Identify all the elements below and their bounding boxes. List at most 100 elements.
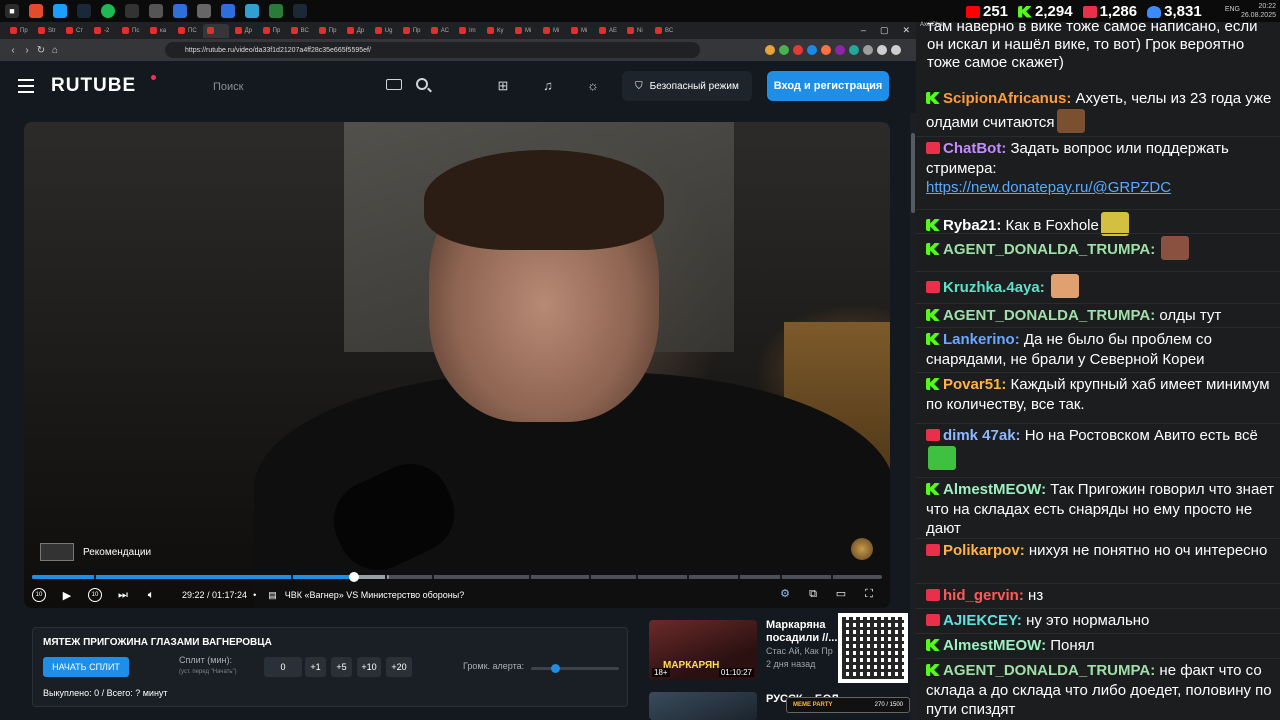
browser-tab[interactable]: ВС (287, 24, 313, 38)
forward-icon[interactable]: › (20, 45, 34, 56)
play-icon[interactable]: ▶ (60, 588, 74, 602)
browser-tab[interactable]: ВС (651, 24, 677, 38)
browser-tab[interactable]: АС (427, 24, 453, 38)
bell-icon[interactable]: ♫ (541, 79, 555, 93)
search-input[interactable]: Поиск (213, 77, 443, 97)
browser-tab[interactable]: Пс (118, 24, 144, 38)
browser-tab[interactable]: Пр (315, 24, 341, 38)
chat-username[interactable]: AlmestMEOW (943, 637, 1041, 654)
browser-tab[interactable]: ПС (174, 24, 201, 38)
settings-icon[interactable]: ⚙ (778, 588, 792, 600)
related-video-thumbnail[interactable]: МАРКАРЯН 18+ 01:10:27 (649, 620, 757, 680)
browser-tab[interactable]: Im (455, 24, 481, 38)
add-20-button[interactable]: +20 (386, 657, 412, 677)
maximize-icon[interactable]: ▢ (880, 25, 889, 36)
app-icon[interactable] (173, 4, 187, 18)
spotify-icon[interactable] (101, 4, 115, 18)
recommendations-button[interactable]: Рекомендации (40, 543, 151, 561)
safe-mode-button[interactable]: ⛉ Безопасный режим (622, 71, 752, 101)
browser-tab[interactable]: Ст (62, 24, 88, 38)
related-video-thumbnail[interactable] (649, 692, 757, 720)
extension-icon[interactable] (821, 45, 831, 55)
browser-tab[interactable]: Str (34, 24, 60, 38)
chat-username[interactable]: AGENT_DONALDA_TRUMPA (943, 662, 1150, 679)
next-icon[interactable]: ⏭ (116, 588, 130, 602)
browser-tab[interactable] (202, 23, 229, 38)
reload-icon[interactable]: ↻ (34, 45, 48, 56)
alert-volume-slider[interactable] (531, 664, 619, 673)
browser-tab[interactable]: ка (146, 24, 172, 38)
extension-icon[interactable] (891, 45, 901, 55)
forward-10-icon[interactable]: 10 (88, 588, 102, 602)
extension-icon[interactable] (849, 45, 859, 55)
brave-icon[interactable] (29, 4, 43, 18)
app-icon[interactable] (269, 4, 283, 18)
app-icon[interactable] (221, 4, 235, 18)
pip-icon[interactable]: ⧉ (806, 588, 820, 600)
chat-link[interactable]: https://new.donatepay.ru/@GRPZDC (926, 179, 1171, 196)
close-icon[interactable]: ✕ (902, 25, 910, 36)
scrollbar-thumb[interactable] (911, 133, 915, 213)
browser-tab[interactable]: Пр (259, 24, 285, 38)
add-10-button[interactable]: +10 (357, 657, 381, 677)
obs-icon[interactable] (125, 4, 139, 18)
extension-icon[interactable] (807, 45, 817, 55)
url-field[interactable]: https://rutube.ru/video/da33f1d21207a4ff… (165, 42, 700, 58)
chat-username[interactable]: Povar51 (943, 376, 1001, 393)
progress-bar[interactable] (32, 572, 882, 582)
browser-tab[interactable]: Ni (623, 24, 649, 38)
extension-icon[interactable] (765, 45, 775, 55)
extension-icon[interactable] (877, 45, 887, 55)
add-5-button[interactable]: +5 (331, 657, 352, 677)
search-icon[interactable] (416, 78, 428, 90)
chat-username[interactable]: Lankerino (943, 331, 1015, 348)
split-minutes-input[interactable]: 0 (264, 657, 302, 677)
add-1-button[interactable]: +1 (305, 657, 326, 677)
clock[interactable]: 20:22 26.08.2025 (1241, 2, 1276, 20)
browser-tab[interactable]: Пр (399, 24, 425, 38)
start-split-button[interactable]: НАЧАТЬ СПЛИТ (43, 657, 129, 677)
browser-tab[interactable]: Mi (511, 24, 537, 38)
rewind-10-icon[interactable]: 10 (32, 588, 46, 602)
browser-tab[interactable]: Ug (371, 24, 397, 38)
rutube-logo[interactable]: RUTUBE (51, 75, 136, 97)
chat-username[interactable]: Kruzhka.4aya (943, 279, 1040, 296)
minimize-icon[interactable]: – (861, 25, 866, 36)
chapter-button[interactable]: ▤ ЧВК «Вагнер» VS Министерство обороны? (268, 590, 464, 601)
browser-tab[interactable]: АЕ (595, 24, 621, 38)
steam-icon[interactable] (77, 4, 91, 18)
extension-icon[interactable] (863, 45, 873, 55)
volume-icon[interactable]: 🔈︎ (144, 588, 158, 602)
browser-tab[interactable]: Пр (6, 24, 32, 38)
extension-icon[interactable] (779, 45, 789, 55)
windows-start-icon[interactable]: ■ (5, 4, 19, 18)
alert-volume-handle[interactable] (550, 664, 560, 673)
video-player[interactable] (24, 122, 890, 608)
back-icon[interactable]: ‹ (6, 45, 20, 56)
browser-tab[interactable]: -2 (90, 24, 116, 38)
browser-tab[interactable]: Ку (483, 24, 509, 38)
chat-username[interactable]: Polikarpov (943, 542, 1020, 559)
chat-username[interactable]: dimk 47ak (943, 427, 1016, 444)
theater-icon[interactable]: ▭ (834, 588, 848, 600)
app-icon[interactable] (149, 4, 163, 18)
keyboard-icon[interactable] (386, 79, 402, 90)
related-video-title[interactable]: Маркаряна посадили //... (766, 619, 840, 645)
browser-tab[interactable]: Др (343, 24, 369, 38)
app-icon[interactable] (245, 4, 259, 18)
chat-username[interactable]: Ryba21 (943, 217, 996, 234)
language-indicator[interactable]: ENG (1225, 6, 1240, 13)
steam-icon[interactable] (293, 4, 307, 18)
browser-icon[interactable] (53, 4, 67, 18)
chat-username[interactable]: ChatBot (943, 140, 1001, 157)
fullscreen-icon[interactable]: ⛶ (862, 588, 876, 600)
chat-username[interactable]: ScipionAfricanus (943, 90, 1066, 107)
chat-username[interactable]: AJIEKCEY (943, 612, 1017, 629)
browser-tab[interactable]: Mi (567, 24, 593, 38)
home-icon[interactable]: ⌂ (48, 45, 62, 56)
extension-icon[interactable] (835, 45, 845, 55)
login-button[interactable]: Вход и регистрация (767, 71, 889, 101)
chat-username[interactable]: AGENT_DONALDA_TRUMPA (943, 307, 1150, 324)
app-icon[interactable] (197, 4, 211, 18)
channel-avatar[interactable] (851, 538, 873, 560)
